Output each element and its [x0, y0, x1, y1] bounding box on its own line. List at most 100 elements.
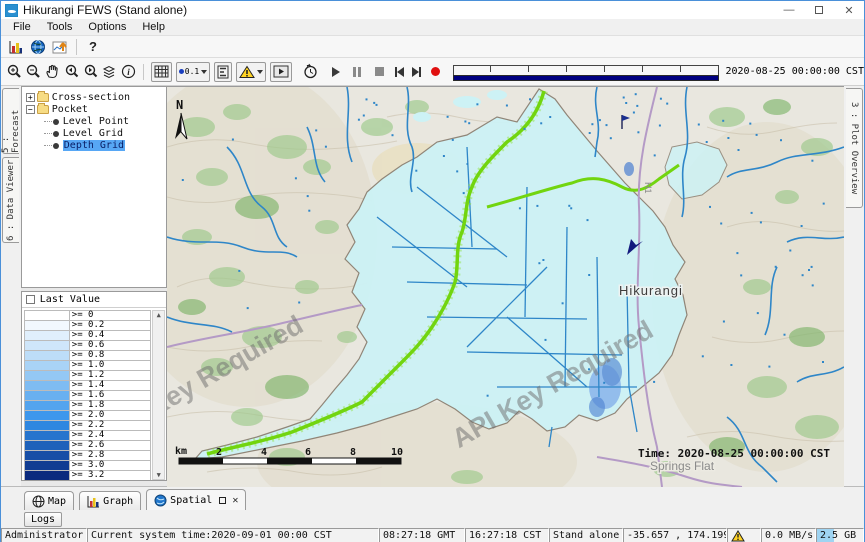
info-icon[interactable]: i [120, 62, 137, 81]
zoom-out-icon[interactable] [25, 62, 42, 81]
tab-map[interactable]: Map [24, 491, 74, 510]
legend-color-swatch [24, 310, 70, 320]
legend-row[interactable]: >= 1.0 [24, 360, 151, 370]
legend-row[interactable]: >= 1.8 [24, 400, 151, 410]
scroll-down-icon[interactable]: ▼ [157, 471, 161, 479]
left-tab-strip: 5 : Forecast 6 : Data Viewer [1, 86, 21, 486]
record-button[interactable] [428, 62, 443, 81]
legend-value: >= 0 [70, 310, 151, 320]
menu-tools[interactable]: Tools [39, 20, 81, 34]
minimize-button[interactable]: — [774, 1, 804, 19]
legend-row[interactable]: >= 3.0 [24, 460, 151, 470]
zoom-previous-icon[interactable] [63, 62, 80, 81]
status-user: Administrator [1, 528, 87, 542]
legend-row[interactable]: >= 2.8 [24, 450, 151, 460]
profile-display-toggle[interactable] [214, 62, 232, 82]
legend-scrollbar[interactable]: ▲▼ [152, 310, 165, 480]
tree-item-level-grid[interactable]: Level Grid [44, 128, 166, 139]
grid-icon [154, 65, 169, 78]
menu-file[interactable]: File [5, 20, 39, 34]
legend-color-swatch [24, 360, 70, 370]
legend-value: >= 2.8 [70, 450, 151, 460]
filter-tree[interactable]: + Cross-section − Pocket Level Point Lev… [21, 86, 167, 288]
pan-hand-icon[interactable] [44, 62, 61, 81]
warning-dropdown[interactable] [236, 62, 266, 82]
menu-options[interactable]: Options [80, 20, 134, 34]
collapse-icon[interactable]: − [26, 105, 35, 114]
legend-row[interactable]: >= 0.6 [24, 340, 151, 350]
expand-icon[interactable]: + [26, 93, 35, 102]
legend-value: >= 1.8 [70, 400, 151, 410]
menu-help[interactable]: Help [134, 20, 173, 34]
tab-forecast[interactable]: 5 : Forecast [2, 88, 19, 154]
tree-item-pocket[interactable]: − Pocket [26, 104, 166, 115]
legend-row[interactable]: >= 2.4 [24, 430, 151, 440]
map-display-icon[interactable] [28, 37, 48, 56]
stop-button[interactable] [372, 62, 387, 81]
legend-color-swatch [24, 400, 70, 410]
legend-value: >= 0.6 [70, 340, 151, 350]
timeline-slider[interactable] [452, 62, 719, 82]
panel-maximize-icon[interactable] [219, 497, 226, 504]
timeline-datetime: 2020-08-25 00:00:00 CST [726, 66, 864, 77]
map-time-label: Time: 2020-08-25 00:00:00 CST [638, 447, 830, 460]
close-button[interactable]: ✕ [834, 1, 864, 19]
chevron-down-icon [201, 70, 207, 74]
logs-button[interactable]: Logs [24, 512, 62, 527]
scroll-up-icon[interactable]: ▲ [157, 311, 161, 319]
main-toolbar: ? [1, 36, 864, 58]
tab-graph[interactable]: Graph [79, 491, 141, 510]
tab-spatial[interactable]: Spatial ✕ [146, 489, 246, 510]
interval-dropdown[interactable]: 0.1 [176, 62, 210, 82]
animation-button[interactable] [270, 62, 292, 82]
tree-item-cross-section[interactable]: + Cross-section [26, 92, 166, 103]
timeseries-display-icon[interactable] [50, 37, 70, 56]
pause-button[interactable] [350, 62, 365, 81]
layers-icon[interactable] [101, 62, 118, 81]
database-display-icon[interactable] [6, 37, 26, 56]
legend-value: >= 1.6 [70, 390, 151, 400]
maximize-button[interactable] [804, 1, 834, 19]
tree-item-level-point[interactable]: Level Point [44, 116, 166, 127]
step-back-button[interactable] [392, 62, 407, 81]
status-local-time: 16:27:18 CST [465, 528, 549, 542]
legend-row[interactable]: >= 2.2 [24, 420, 151, 430]
logs-row: Logs [1, 510, 864, 528]
panel-close-icon[interactable]: ✕ [232, 495, 238, 506]
zoom-in-icon[interactable] [6, 62, 23, 81]
legend-row[interactable]: >= 0.4 [24, 330, 151, 340]
svg-text:8: 8 [350, 447, 356, 458]
legend-color-swatch [24, 370, 70, 380]
legend-value: >= 3.0 [70, 460, 151, 470]
legend-row[interactable]: >= 2.6 [24, 440, 151, 450]
legend-value: >= 0.2 [70, 320, 151, 330]
last-value-checkbox[interactable] [26, 295, 35, 304]
help-button[interactable]: ? [83, 37, 103, 56]
zoom-next-icon[interactable] [82, 62, 99, 81]
legend-row[interactable]: >= 0.8 [24, 350, 151, 360]
legend-row[interactable]: >= 0.2 [24, 320, 151, 330]
map-canvas[interactable]: API Key Required API Key Required Hikura… [167, 86, 844, 486]
legend-row[interactable]: >= 1.4 [24, 380, 151, 390]
place-label: Springs Flat [650, 459, 715, 473]
tab-data-viewer[interactable]: 6 : Data Viewer [2, 157, 19, 243]
tree-item-depth-grid[interactable]: Depth Grid [44, 140, 166, 151]
tab-plot-overview[interactable]: 3 : Plot Overview [846, 88, 863, 208]
play-button[interactable] [328, 62, 343, 81]
legend-row[interactable]: >= 1.2 [24, 370, 151, 380]
right-tab-strip: 3 : Plot Overview [844, 86, 864, 486]
legend-row[interactable]: >= 0 [24, 310, 151, 320]
legend-row[interactable]: >= 1.6 [24, 390, 151, 400]
toolbar-separator [143, 64, 144, 80]
movie-play-icon [273, 65, 289, 78]
grid-display-toggle[interactable] [151, 62, 172, 82]
status-warning[interactable] [727, 528, 761, 542]
legend-row[interactable]: >= 2.0 [24, 410, 151, 420]
step-forward-button[interactable] [409, 62, 424, 81]
legend-color-swatch [24, 430, 70, 440]
legend-table: >= 0 >= 0.2 >= 0.4 >= 0.6 >= 0.8 >= 1.0 … [22, 308, 166, 480]
time-reset-icon[interactable] [302, 62, 319, 81]
legend-row[interactable]: >= 3.2 [24, 470, 151, 480]
pause-icon [353, 67, 361, 77]
status-gmt-time: 08:27:18 GMT [379, 528, 465, 542]
